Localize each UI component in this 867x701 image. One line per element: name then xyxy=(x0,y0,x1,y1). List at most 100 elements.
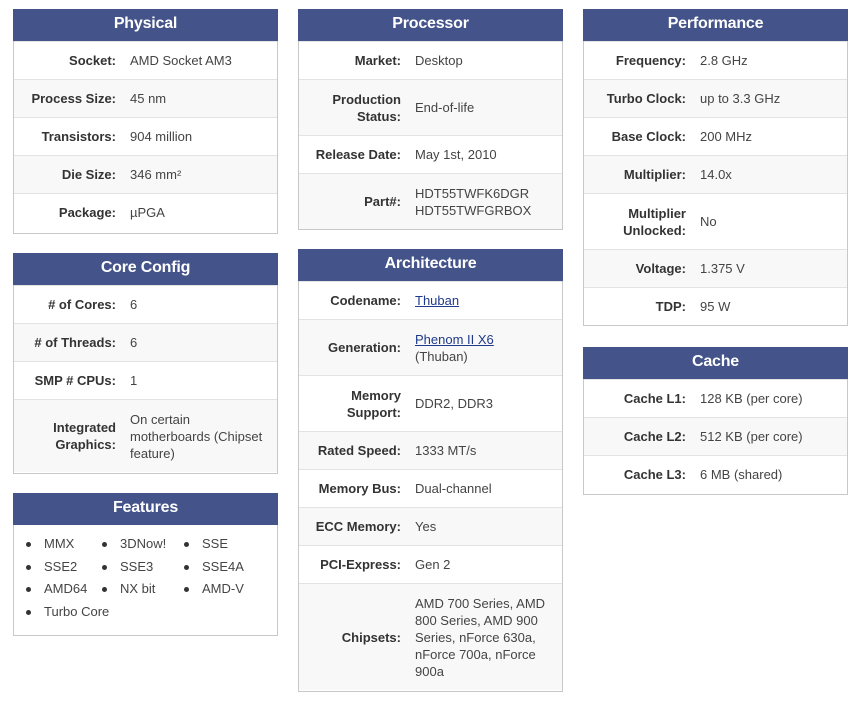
feature-item: SSE3 xyxy=(100,556,168,579)
spec-label: PCI-Express: xyxy=(320,557,401,572)
physical-title: Physical xyxy=(13,9,278,41)
spec-label: Die Size: xyxy=(61,167,116,182)
spec-label: Multiplier Unlocked: xyxy=(623,205,686,238)
spec-value: AMD Socket AM3 xyxy=(130,53,232,68)
feature-item: MMX xyxy=(24,533,86,556)
feature-item: SSE xyxy=(182,533,232,556)
spec-label: Multiplier: xyxy=(623,167,686,182)
spec-row-codename: Codename: Thuban xyxy=(299,281,562,319)
spec-row-multiplier-unlocked: Multiplier Unlocked: No xyxy=(584,193,847,249)
codename-link[interactable]: Thuban xyxy=(415,293,459,308)
feature-item: SSE4A xyxy=(182,556,246,579)
spec-value: 6 MB (shared) xyxy=(700,467,783,482)
spec-value: 14.0x xyxy=(700,167,732,182)
spec-label: # of Cores: xyxy=(48,297,116,312)
spec-value: 6 xyxy=(130,335,138,350)
part-number: HDT55TWFK6DGR xyxy=(415,185,530,201)
spec-row-cache-l3: Cache L3: 6 MB (shared) xyxy=(584,455,847,493)
spec-label: Package: xyxy=(58,205,116,220)
spec-row-multiplier: Multiplier: 14.0x xyxy=(584,155,847,193)
spec-label: Market: xyxy=(354,53,401,68)
spec-row-package: Package: µPGA xyxy=(14,193,277,231)
spec-value: 45 nm xyxy=(130,91,167,106)
spec-row-threads: # of Threads: 6 xyxy=(14,323,277,361)
architecture-title: Architecture xyxy=(298,249,563,281)
spec-value: On certain motherboards (Chipset feature… xyxy=(130,411,263,461)
spec-value: 512 KB (per core) xyxy=(700,429,803,444)
spec-label: Production Status: xyxy=(332,91,401,124)
spec-row-cores: # of Cores: 6 xyxy=(14,285,277,323)
spec-label: Socket: xyxy=(69,53,116,68)
spec-value: 346 mm² xyxy=(130,167,182,182)
spec-row-die-size: Die Size: 346 mm² xyxy=(14,155,277,193)
spec-label: Cache L3: xyxy=(623,467,686,482)
spec-value: 904 million xyxy=(130,129,193,144)
spec-row-turbo-clock: Turbo Clock: up to 3.3 GHz xyxy=(584,79,847,117)
spec-value: 1.375 V xyxy=(700,261,745,276)
spec-label: ECC Memory: xyxy=(315,519,401,534)
part-number: HDT55TWFGRBOX xyxy=(415,202,532,218)
spec-row-frequency: Frequency: 2.8 GHz xyxy=(584,41,847,79)
core-config-title: Core Config xyxy=(13,253,278,285)
spec-value: 2.8 GHz xyxy=(700,53,748,68)
spec-value: µPGA xyxy=(130,205,165,220)
cache-title: Cache xyxy=(583,347,848,379)
spec-value: DDR2, DDR3 xyxy=(415,396,494,411)
spec-label: Memory Support: xyxy=(346,387,401,420)
spec-value: Thuban xyxy=(415,292,562,309)
features-list: MMX 3DNow! SSE SSE2 SSE3 SSE4A AMD64 NX … xyxy=(14,525,277,629)
spec-row-chipsets: Chipsets: AMD 700 Series, AMD 800 Series… xyxy=(299,583,562,690)
feature-item: 3DNow! xyxy=(100,533,168,556)
spec-value: No xyxy=(700,214,717,229)
spec-row-production-status: Production Status: End-of-life xyxy=(299,79,562,135)
spec-label: # of Threads: xyxy=(34,335,116,350)
processor-card: Processor Market: Desktop Production Sta… xyxy=(298,9,563,230)
spec-row-tdp: TDP: 95 W xyxy=(584,287,847,325)
feature-item: AMD64 xyxy=(24,578,87,601)
spec-label: Integrated Graphics: xyxy=(53,420,116,452)
spec-value: 200 MHz xyxy=(700,129,753,144)
spec-value: Dual-channel xyxy=(415,481,492,496)
features-title: Features xyxy=(13,493,278,525)
spec-value: End-of-life xyxy=(415,100,475,115)
spec-label: Frequency: xyxy=(615,53,686,68)
spec-value: up to 3.3 GHz xyxy=(700,91,781,106)
physical-card: Physical Socket: AMD Socket AM3 Process … xyxy=(13,9,278,234)
spec-value: Phenom II X6 (Thuban) xyxy=(415,331,562,365)
performance-card: Performance Frequency: 2.8 GHz Turbo Clo… xyxy=(583,9,848,326)
spec-label: Transistors: xyxy=(41,129,116,144)
spec-value: 95 W xyxy=(700,299,731,314)
spec-row-ecc-memory: ECC Memory: Yes xyxy=(299,507,562,545)
spec-label: Base Clock: xyxy=(611,129,686,144)
performance-title: Performance xyxy=(583,9,848,41)
spec-row-memory-bus: Memory Bus: Dual-channel xyxy=(299,469,562,507)
feature-item: AMD-V xyxy=(182,578,246,601)
spec-value: May 1st, 2010 xyxy=(415,147,497,162)
spec-row-generation: Generation: Phenom II X6 (Thuban) xyxy=(299,319,562,375)
spec-value: Yes xyxy=(415,519,437,534)
spec-label: Cache L2: xyxy=(623,429,686,444)
spec-row-cache-l1: Cache L1: 128 KB (per core) xyxy=(584,379,847,417)
spec-row-socket: Socket: AMD Socket AM3 xyxy=(14,41,277,79)
spec-label: Release Date: xyxy=(315,147,401,162)
spec-label: Voltage: xyxy=(635,261,686,276)
spec-row-transistors: Transistors: 904 million xyxy=(14,117,277,155)
feature-item: NX bit xyxy=(100,578,168,601)
spec-value: 1 xyxy=(130,373,138,388)
spec-row-part-number: Part#: HDT55TWFK6DGR HDT55TWFGRBOX xyxy=(299,173,562,229)
generation-link[interactable]: Phenom II X6 xyxy=(415,332,494,347)
spec-row-release-date: Release Date: May 1st, 2010 xyxy=(299,135,562,173)
spec-row-rated-speed: Rated Speed: 1333 MT/s xyxy=(299,431,562,469)
spec-row-process-size: Process Size: 45 nm xyxy=(14,79,277,117)
spec-value: Desktop xyxy=(415,53,463,68)
spec-label: Rated Speed: xyxy=(317,443,401,458)
spec-value: HDT55TWFK6DGR HDT55TWFGRBOX xyxy=(415,185,562,219)
spec-label: Codename: xyxy=(330,293,401,308)
core-config-card: Core Config # of Cores: 6 # of Threads: … xyxy=(13,253,278,474)
spec-label: Part#: xyxy=(364,194,401,209)
processor-title: Processor xyxy=(298,9,563,41)
feature-item: SSE2 xyxy=(24,556,86,579)
spec-value: 128 KB (per core) xyxy=(700,391,803,406)
spec-label: Turbo Clock: xyxy=(606,91,686,106)
features-card: Features MMX 3DNow! SSE SSE2 SSE3 SSE4A … xyxy=(13,493,278,636)
